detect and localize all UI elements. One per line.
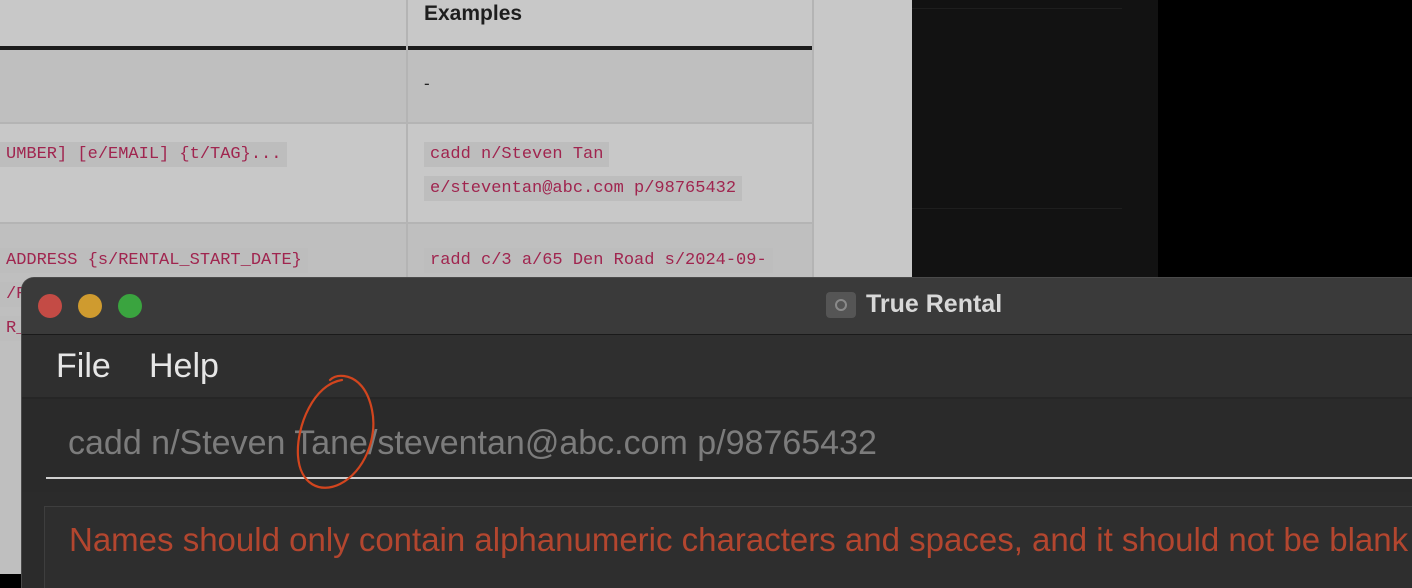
- true-rental-window: True Rental File Help Names should only …: [22, 278, 1412, 588]
- traffic-light-zoom-icon[interactable]: [118, 294, 142, 318]
- row2-format-code: UMBER] [e/EMAIL] {t/TAG}...: [0, 142, 288, 167]
- menu-bar: File Help: [22, 335, 1412, 399]
- command-input[interactable]: [46, 409, 1412, 479]
- examples-column-header: Examples: [424, 2, 523, 25]
- traffic-light-close-icon[interactable]: [38, 294, 62, 318]
- error-message: Names should only contain alphanumeric c…: [69, 521, 1409, 558]
- window-titlebar[interactable]: True Rental: [22, 278, 1412, 335]
- row3-format-code-line1: ADDRESS {s/RENTAL_START_DATE}: [0, 248, 308, 273]
- menu-help[interactable]: Help: [149, 347, 219, 386]
- result-display: Names should only contain alphanumeric c…: [44, 506, 1412, 588]
- window-title: True Rental: [866, 290, 1003, 318]
- traffic-light-minimize-icon[interactable]: [78, 294, 102, 318]
- row2-example-code-line2: e/steventan@abc.com p/98765432: [424, 176, 743, 201]
- row2-example-code-line1: cadd n/Steven Tan: [424, 142, 610, 167]
- app-icon: [826, 292, 856, 318]
- row3-example-code-line1: radd c/3 a/65 Den Road s/2024-09-: [424, 248, 773, 273]
- command-box-area: [22, 399, 1412, 492]
- menu-file[interactable]: File: [56, 347, 111, 386]
- row1-example-cell: -: [424, 74, 430, 93]
